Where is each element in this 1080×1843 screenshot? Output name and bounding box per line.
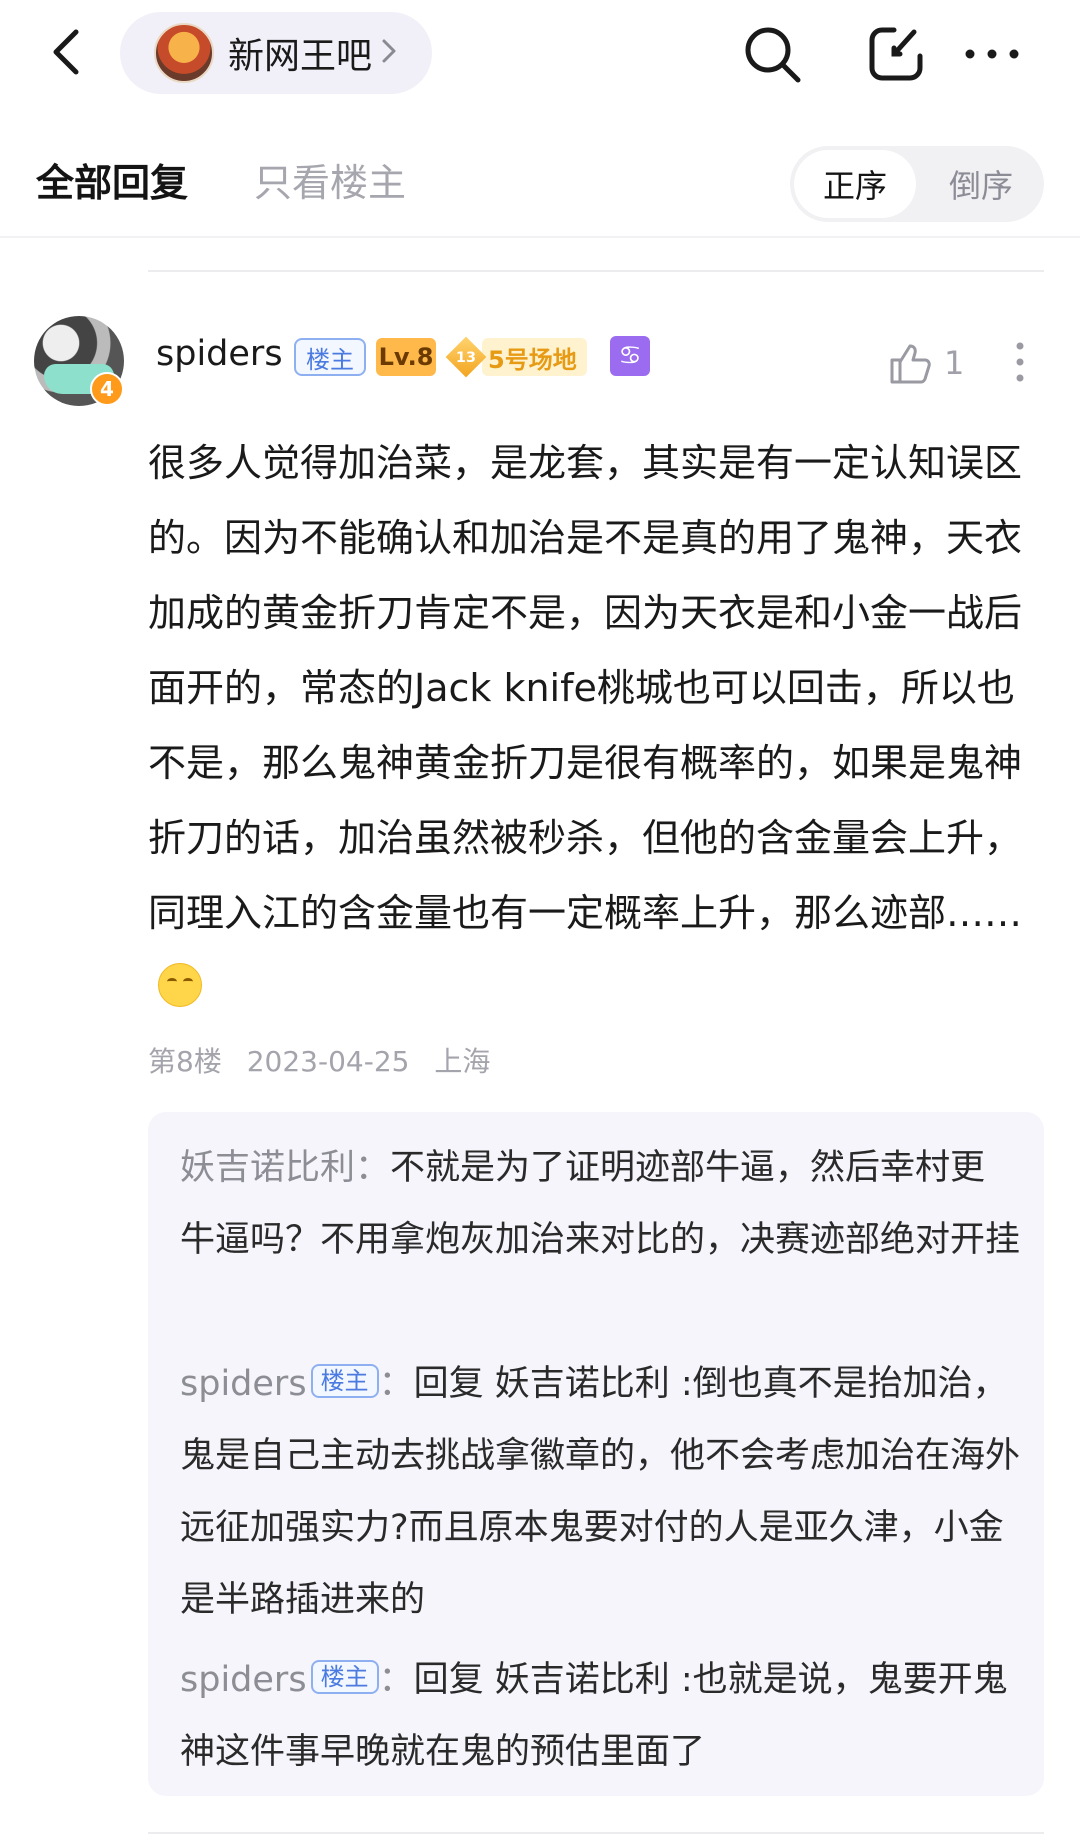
like-button[interactable]: 1 — [888, 338, 964, 388]
zodiac-icon: ♋ — [610, 336, 650, 376]
reply-prefix: 回复 — [413, 1660, 495, 1700]
emoji-smile-icon — [158, 963, 202, 1007]
share-icon[interactable] — [864, 22, 928, 86]
order-desc-button[interactable]: 倒序 — [922, 150, 1040, 218]
order-asc-button[interactable]: 正序 — [794, 150, 916, 218]
chevron-right-icon — [380, 36, 398, 70]
sub-reply[interactable]: spiders 楼主 ：回复 妖吉诺比利 :倒也真不是抬加治，鬼是自己主动去挑战拿徽… — [180, 1348, 1020, 1636]
post-date: 2023-04-25 — [246, 1045, 410, 1078]
top-bar: 新网王吧 — [0, 0, 1080, 110]
club-badge: 13 5号场地 — [445, 336, 600, 378]
post-content: 很多人觉得加治菜，是龙套，其实是有一定认知误区的。因为不能确认和加治是不是真的用… — [148, 426, 1028, 1026]
level-badge: Lv.8 — [376, 338, 436, 376]
reply-separator: ： — [378, 1364, 414, 1404]
order-toggle: 正序 倒序 — [790, 146, 1044, 222]
sub-reply[interactable]: spiders 楼主 ：回复 妖吉诺比利 :也就是说，鬼要开鬼神这件事早晚就在鬼的预… — [180, 1644, 1020, 1788]
reply-to-user[interactable]: 妖吉诺比利 — [495, 1660, 670, 1700]
search-icon[interactable] — [740, 22, 804, 86]
club-name: 5号场地 — [482, 338, 587, 376]
forum-name: 新网王吧 — [228, 36, 373, 77]
forum-link[interactable]: 新网王吧 — [120, 12, 432, 94]
reply-author[interactable]: 妖吉诺比利 — [180, 1148, 355, 1188]
post-text: 很多人觉得加治菜，是龙套，其实是有一定认知误区的。因为不能确认和加治是不是真的用… — [148, 441, 1023, 935]
divider — [0, 236, 1080, 238]
post-meta: 第8楼 2023-04-25 上海 — [148, 1040, 506, 1080]
op-badge: 楼主 — [310, 1364, 379, 1398]
avatar-level-badge: 4 — [90, 372, 124, 406]
forum-avatar — [154, 23, 214, 83]
more-vertical-icon[interactable] — [1010, 338, 1030, 386]
club-level: 13 — [455, 348, 477, 366]
reply-to-user[interactable]: 妖吉诺比利 — [495, 1364, 670, 1404]
op-badge: 楼主 — [294, 338, 366, 376]
op-badge: 楼主 — [310, 1660, 379, 1694]
tab-all-replies[interactable]: 全部回复 — [36, 152, 188, 207]
reply-separator: ： — [378, 1660, 414, 1700]
post-location: 上海 — [434, 1045, 491, 1078]
reply-separator: ： — [355, 1148, 391, 1188]
reply-prefix: 回复 — [413, 1364, 495, 1404]
thumbs-up-icon — [890, 344, 931, 384]
floor-number: 第8楼 — [148, 1045, 222, 1078]
sub-reply[interactable]: 妖吉诺比利：不就是为了证明迹部牛逼，然后幸村更牛逼吗？不用拿炮灰加治来对比的，决… — [180, 1132, 1020, 1276]
divider — [148, 270, 1044, 272]
tab-only-op[interactable]: 只看楼主 — [254, 152, 406, 207]
sub-replies[interactable]: 妖吉诺比利：不就是为了证明迹部牛逼，然后幸村更牛逼吗？不用拿炮灰加治来对比的，决… — [148, 1112, 1044, 1796]
club-level-icon: 13 — [445, 336, 487, 378]
reply-author[interactable]: spiders — [180, 1364, 307, 1404]
back-icon[interactable] — [44, 22, 94, 82]
like-count: 1 — [944, 344, 965, 382]
username[interactable]: spiders — [156, 334, 283, 374]
reply-author[interactable]: spiders — [180, 1660, 307, 1700]
divider — [148, 1832, 1044, 1834]
reply-tabs: 全部回复 只看楼主 正序 倒序 — [0, 140, 1080, 240]
more-icon[interactable] — [960, 22, 1024, 86]
